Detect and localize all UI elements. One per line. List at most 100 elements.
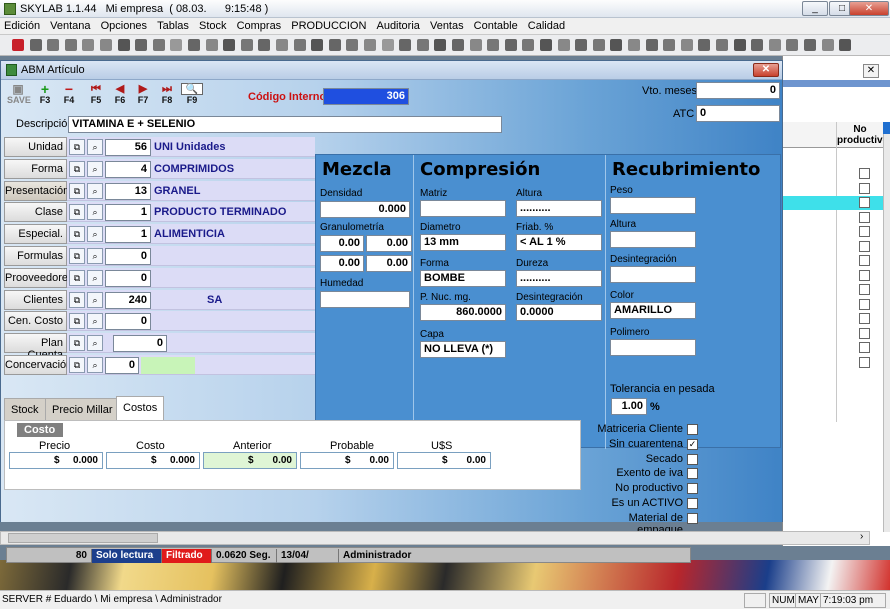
toolbar-button[interactable] (751, 39, 764, 51)
lookup-search-icon[interactable]: ⌕ (87, 182, 103, 199)
tab-stock[interactable]: Stock (4, 398, 46, 420)
row-label-prooveedores[interactable]: Prooveedores (4, 267, 74, 288)
densidad-field[interactable]: 0.000 (320, 201, 410, 218)
lookup-search-icon[interactable]: ⌕ (87, 269, 103, 286)
flag-checkbox[interactable] (687, 512, 698, 524)
add-button[interactable]: + F3 (34, 82, 56, 106)
search-record-button[interactable]: 🔍 F9 (181, 83, 203, 106)
save-button[interactable]: ▣ SAVE (7, 83, 31, 106)
toolbar-button[interactable] (575, 39, 588, 51)
row-label-concervacin[interactable]: Concervación (4, 355, 72, 375)
costo-value-field[interactable]: $0.00 (397, 452, 491, 469)
row-label-plancuenta[interactable]: Plan Cuenta (4, 333, 67, 361)
minimize-button[interactable]: _ (802, 1, 828, 16)
menu-item[interactable]: Ventas (426, 18, 467, 32)
flag-checkbox[interactable] (687, 424, 698, 435)
menu-item[interactable]: Auditoria (372, 18, 422, 32)
toolbar-button[interactable] (311, 39, 324, 51)
flag-checkbox[interactable]: ✓ (687, 438, 698, 450)
lookup-edit-icon[interactable]: ⧉ (69, 139, 85, 155)
toolbar-button[interactable] (786, 39, 799, 51)
lookup-edit-icon[interactable]: ⧉ (69, 204, 85, 221)
toolbar-button[interactable] (47, 39, 60, 51)
lookup-search-icon[interactable]: ⌕ (87, 204, 103, 221)
altura-field[interactable]: .......... (516, 200, 602, 217)
toolbar-button[interactable] (504, 39, 517, 51)
grid-close-icon[interactable]: ✕ (863, 64, 879, 78)
toolbar-button[interactable] (540, 39, 552, 51)
humedad-field[interactable] (320, 291, 410, 308)
menu-item[interactable]: Tablas (153, 18, 192, 32)
peso-field[interactable] (610, 197, 696, 214)
lookup-search-icon[interactable]: ⌕ (87, 357, 103, 373)
last-record-button[interactable]: ⏭ F8 (156, 83, 178, 106)
menu-item[interactable]: Calidad (524, 18, 568, 32)
menu-item[interactable]: Contable (470, 18, 521, 32)
grid-checkbox[interactable] (859, 284, 870, 295)
costo-value-field[interactable]: $0.000 (9, 452, 103, 469)
toolbar-button[interactable] (698, 39, 711, 51)
lookup-search-icon[interactable]: ⌕ (87, 291, 103, 308)
first-record-button[interactable]: ⏮ F5 (85, 83, 107, 106)
toolbar-button[interactable] (12, 39, 24, 51)
prev-record-button[interactable]: ◀ F6 (109, 83, 131, 106)
granulometria-field[interactable]: 0.00 (320, 235, 364, 252)
toolbar-button[interactable] (839, 39, 852, 51)
row-label-clase[interactable]: Clase (4, 202, 67, 223)
toolbar-button[interactable] (29, 39, 42, 51)
toolbar-button[interactable] (592, 39, 605, 51)
toolbar-button[interactable] (223, 39, 236, 51)
toolbar-button[interactable] (469, 39, 482, 51)
menu-item[interactable]: PRODUCCION (287, 18, 369, 32)
toolbar-button[interactable] (293, 39, 306, 51)
menu-item[interactable]: Ventana (46, 18, 93, 32)
next-record-button[interactable]: ▶ F7 (132, 83, 154, 106)
tab-costos[interactable]: Costos (116, 396, 165, 420)
toolbar-button[interactable] (768, 39, 781, 51)
toolbar-button[interactable] (628, 39, 640, 51)
grid-checkbox[interactable] (859, 240, 870, 252)
grid-vertical-scrollbar[interactable] (883, 122, 890, 532)
lookup-search-icon[interactable]: ⌕ (87, 160, 103, 177)
toolbar-button[interactable] (804, 39, 816, 51)
lookup-edit-icon[interactable]: ⧉ (69, 182, 85, 199)
dialog-close-button[interactable]: ✕ (753, 63, 779, 77)
toolbar-button[interactable] (364, 39, 376, 51)
toolbar-button[interactable] (346, 39, 359, 51)
toolbar-button[interactable] (82, 39, 95, 51)
matriz-field[interactable] (420, 200, 506, 217)
toolbar-button[interactable] (434, 39, 447, 51)
toolbar-button[interactable] (117, 39, 130, 51)
toolbar-button[interactable] (205, 39, 218, 51)
forma-field[interactable]: BOMBE (420, 270, 506, 287)
menu-item[interactable]: Compras (233, 18, 285, 32)
grid-checkbox[interactable] (859, 269, 870, 281)
descripcion-field[interactable]: VITAMINA E + SELENIO (68, 116, 502, 133)
row-code-field[interactable]: 0 (105, 269, 151, 287)
toolbar-button[interactable] (663, 39, 676, 51)
friab-field[interactable]: < AL 1 % (516, 234, 602, 251)
granulometria-field[interactable]: 0.00 (366, 235, 412, 252)
toolbar-button[interactable] (188, 39, 200, 51)
recub-desintegracion-field[interactable] (610, 266, 696, 283)
lookup-edit-icon[interactable]: ⧉ (69, 269, 85, 286)
toolbar-button[interactable] (716, 39, 728, 51)
lookup-edit-icon[interactable]: ⧉ (69, 313, 85, 330)
toolbar-button[interactable] (522, 39, 535, 51)
pnuc-field[interactable]: 860.0000 (420, 304, 506, 321)
grid-checkbox[interactable] (859, 197, 870, 208)
polimero-field[interactable] (610, 339, 696, 356)
menu-item[interactable]: Edición (0, 18, 43, 32)
row-label-cencosto[interactable]: Cen. Costo (4, 311, 67, 332)
lookup-search-icon[interactable]: ⌕ (87, 248, 103, 264)
grid-checkbox[interactable] (859, 211, 870, 223)
row-label-unidad[interactable]: Unidad (4, 137, 67, 157)
toolbar-button[interactable] (487, 39, 500, 51)
grid-checkbox[interactable] (859, 298, 870, 310)
row-code-field[interactable]: 4 (105, 160, 151, 178)
desintegracion-field[interactable]: 0.0000 (516, 304, 602, 321)
toolbar-button[interactable] (821, 39, 834, 51)
toolbar-button[interactable] (100, 39, 112, 51)
color-field[interactable]: AMARILLO (610, 302, 696, 319)
granulometria-field[interactable]: 0.00 (366, 255, 412, 272)
